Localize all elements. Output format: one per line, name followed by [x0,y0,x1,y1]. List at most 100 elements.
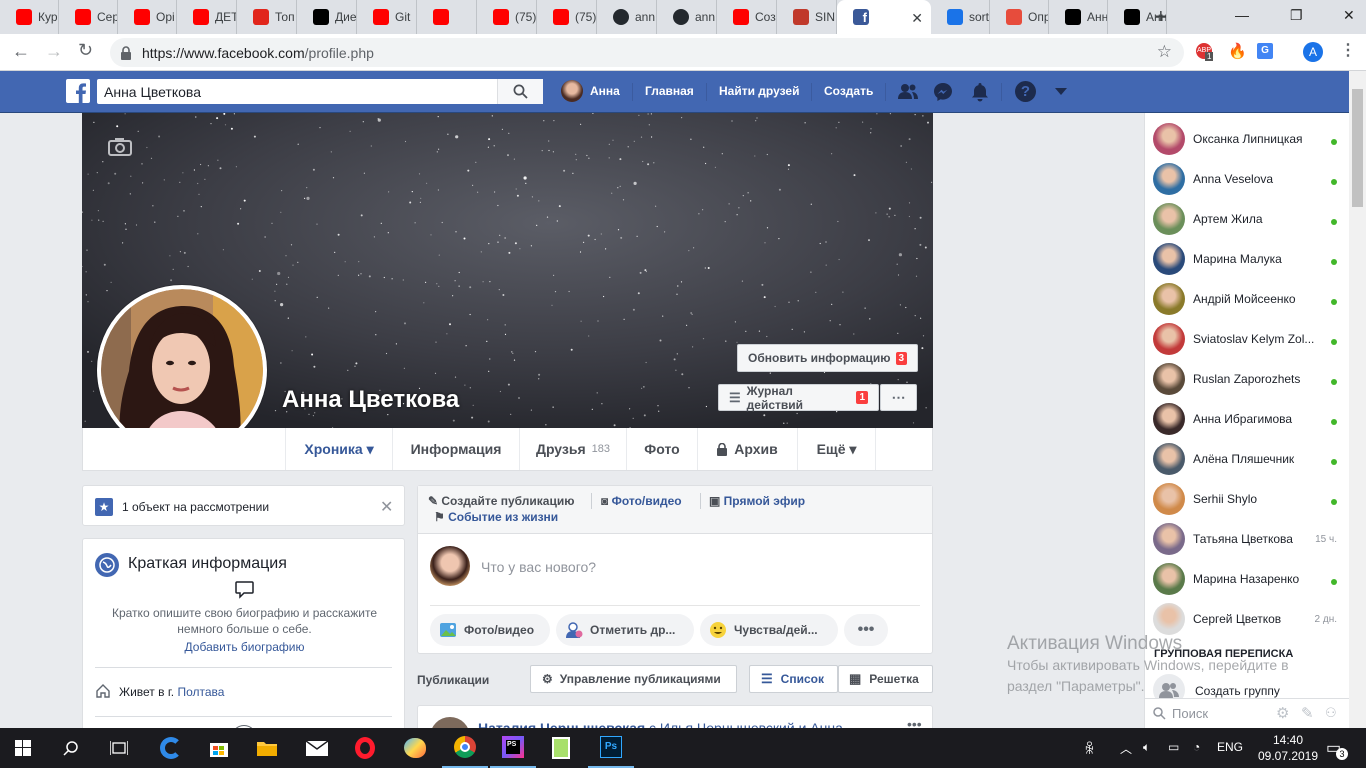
chat-contact[interactable]: Ruslan Zaporozhets [1145,359,1350,399]
browser-tab[interactable]: SIN [777,0,837,34]
close-icon[interactable]: ✕ [380,497,393,517]
chat-contact[interactable]: Serhii Shylo [1145,479,1350,519]
back-arrow-icon[interactable]: ← [12,41,30,62]
browser-tab[interactable]: Орі [118,0,177,34]
user-avatar-small[interactable] [561,80,583,102]
phpstorm-icon[interactable]: PS [490,728,536,768]
facebook-logo-icon[interactable] [66,79,90,103]
browser-tab[interactable]: Git [357,0,417,34]
chat-search-input[interactable]: Поиск [1172,706,1208,721]
browser-tab[interactable]: Кур [0,0,59,34]
chat-contact[interactable]: Марина Назаренко [1145,559,1350,599]
camera-icon[interactable] [108,137,132,156]
browser-tab[interactable]: ann [597,0,657,34]
photo-video-tab[interactable]: ◙ Фото/видео [601,494,682,508]
search-icon[interactable] [48,728,94,768]
tray-chevron-icon[interactable]: ︿ [1120,740,1132,757]
browser-tab[interactable]: Опр [990,0,1049,34]
browser-tab[interactable]: f ✕ [837,0,931,34]
bookmark-star-icon[interactable]: ☆ [1157,42,1172,62]
update-info-button[interactable]: Обновить информацию 3 [737,344,919,372]
edge-icon[interactable] [148,728,194,768]
chat-contact[interactable]: Анна Ибрагимова [1145,399,1350,439]
friend-requests-icon[interactable] [898,83,918,100]
gear-icon[interactable]: ⚙ [1276,704,1289,722]
maximize-button[interactable]: ❐ [1290,7,1303,24]
tab-timeline[interactable]: Хроника ▾ [285,428,392,470]
lives-in-city-link[interactable]: Полтава [177,685,224,699]
feeling-activity-pill[interactable]: Чувства/дей... [700,614,838,646]
create-group-link[interactable]: Создать группу [1195,684,1280,698]
chat-contact[interactable]: Sviatoslav Kelym Zol... [1145,319,1350,359]
language-indicator[interactable]: ENG [1217,740,1243,754]
nav-find-friends-link[interactable]: Найти друзей [719,84,799,98]
opera-icon[interactable] [342,728,388,768]
translate-extension-icon[interactable]: G [1257,43,1273,59]
windows-start-icon[interactable] [0,728,46,768]
browser-tab[interactable]: Топ [237,0,297,34]
network-icon[interactable]: ◔ [1193,740,1200,754]
tab-archive[interactable]: Архив [697,428,797,470]
close-window-button[interactable]: ✕ [1343,7,1355,24]
group-settings-icon[interactable]: ⚇ [1325,705,1337,721]
fb-search-input[interactable]: Анна Цветкова [104,84,201,100]
browser-tab[interactable] [417,0,477,34]
composer-input[interactable]: Что у вас нового? [481,559,596,575]
clock-time[interactable]: 14:40 [1264,733,1312,747]
chat-contact[interactable]: Алёна Пляшечник [1145,439,1350,479]
chat-contact[interactable]: Андрій Мойсеенко [1145,279,1350,319]
page-scrollbar[interactable] [1349,71,1366,728]
activity-log-button[interactable]: ☰ Журнал действий 1 [718,384,879,412]
grid-view-button[interactable]: ▦ Решетка [838,665,933,693]
browser-tab[interactable]: Дие [297,0,357,34]
tab-more[interactable]: Ещё ▾ [797,428,876,470]
browser-tab[interactable]: Соз [717,0,777,34]
browser-tab[interactable]: ann [657,0,717,34]
manage-posts-button[interactable]: ⚙ Управление публикациями [530,665,737,693]
more-options-pill[interactable]: ••• [844,614,888,646]
paint-icon[interactable] [392,728,438,768]
new-tab-button[interactable]: + [1155,6,1167,29]
messenger-icon[interactable] [933,82,953,102]
live-video-tab[interactable]: ▣ Прямой эфир [709,494,805,508]
scrollbar-thumb[interactable] [1352,89,1363,207]
browser-tab[interactable]: ДЕТ [177,0,237,34]
help-icon[interactable]: ? [1015,81,1036,102]
file-explorer-icon[interactable] [244,728,290,768]
fb-search-box[interactable]: Анна Цветкова [97,79,543,104]
compose-icon[interactable]: ✎ [1301,704,1314,722]
nav-home-link[interactable]: Главная [645,84,694,98]
reload-icon[interactable]: ↻ [78,40,93,61]
browser-tab[interactable]: Анн [1049,0,1108,34]
chat-contact[interactable]: Татьяна Цветкова 15 ч. [1145,519,1350,559]
nav-create-link[interactable]: Создать [824,84,873,98]
chrome-icon[interactable] [442,728,488,768]
tab-friends[interactable]: Друзья 183 [519,428,626,470]
browser-menu-icon[interactable]: ⋮ [1340,40,1356,60]
notepad-plus-icon[interactable] [538,728,584,768]
forward-arrow-icon[interactable]: → [45,41,63,62]
account-menu-caret-icon[interactable] [1055,88,1067,95]
omnibox[interactable]: https://www.facebook.com/profile.php ☆ [110,38,1184,67]
tag-friends-pill[interactable]: Отметить др... [556,614,694,646]
browser-tab[interactable]: (75) [537,0,597,34]
close-tab-icon[interactable]: ✕ [911,10,923,27]
store-icon[interactable] [196,728,242,768]
more-options-button[interactable]: ⋯ [880,384,917,411]
nav-user-link[interactable]: Анна [590,84,620,98]
battery-icon[interactable]: ▭ [1168,740,1179,754]
create-post-tab[interactable]: ✎ Создайте публикацию [428,494,574,508]
notifications-bell-icon[interactable] [971,82,989,102]
review-notice[interactable]: ★ 1 объект на рассмотрении ✕ [82,485,405,526]
list-view-button[interactable]: ☰ Список [749,665,838,693]
minimize-button[interactable]: — [1235,7,1249,23]
clock-date[interactable]: 09.07.2019 [1255,749,1321,763]
tab-about[interactable]: Информация [392,428,519,470]
life-event-tab[interactable]: ⚑ Событие из жизни [434,510,558,524]
tab-photos[interactable]: Фото [626,428,697,470]
profile-name[interactable]: Анна Цветкова [282,386,459,414]
account-avatar[interactable]: A [1303,42,1323,62]
chat-contact[interactable]: Артем Жила [1145,199,1350,239]
task-view-icon[interactable] [96,728,142,768]
volume-icon[interactable]: 🔈︎ [1143,740,1150,755]
